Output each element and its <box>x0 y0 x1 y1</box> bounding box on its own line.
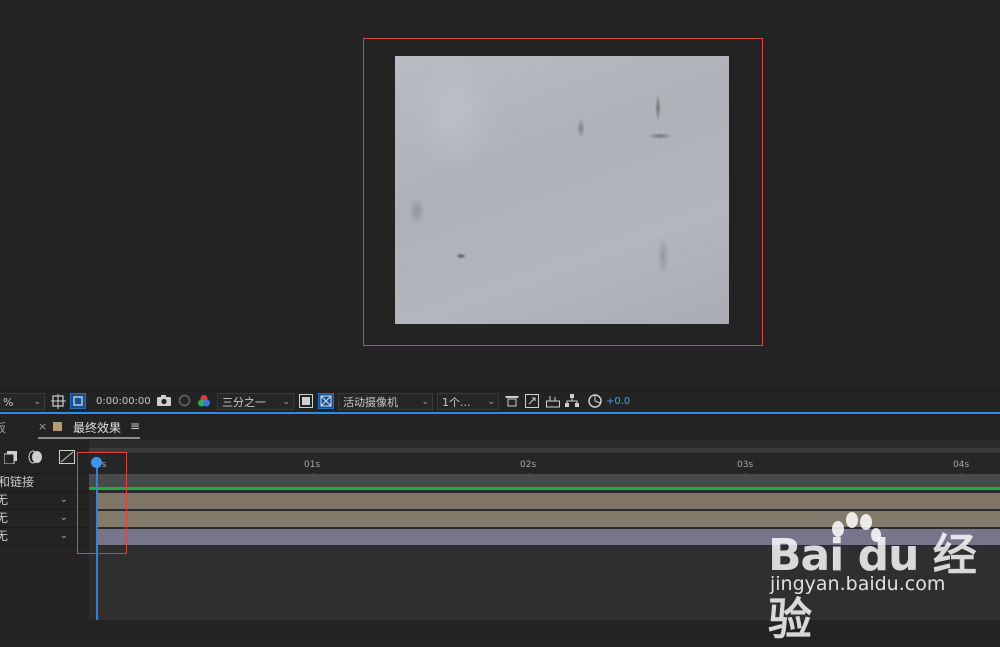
ruler-label: 01s <box>304 460 321 470</box>
work-area-bar[interactable] <box>89 474 1000 487</box>
show-snapshot-icon[interactable] <box>178 394 191 411</box>
fast-preview-icon[interactable] <box>317 392 335 410</box>
chevron-down-icon: ⌄ <box>59 530 68 541</box>
graph-editor-icon[interactable] <box>59 449 75 468</box>
layer-stack-icon[interactable] <box>3 449 18 468</box>
layer-parent-dropdown[interactable]: 无 ⌄ <box>0 528 70 545</box>
chevron-down-icon: ⌄ <box>421 397 429 407</box>
motion-blur-icon[interactable] <box>28 449 44 468</box>
render-icon[interactable] <box>525 394 539 411</box>
timeline-icon[interactable] <box>546 394 560 411</box>
transparency-grid-icon[interactable] <box>69 392 87 410</box>
watermark-url: jingyan.baidu.com <box>770 573 946 595</box>
camera-snapshot-icon[interactable] <box>157 394 171 411</box>
row-separator <box>0 545 89 546</box>
chevron-down-icon: ⌄ <box>59 512 68 523</box>
time-ruler[interactable]: 0s 01s 02s 03s 04s <box>89 448 1000 478</box>
composition-image <box>395 56 729 324</box>
close-icon[interactable]: × <box>38 420 47 433</box>
layer-parent-dropdown[interactable]: 无 ⌄ <box>0 510 70 527</box>
timeline-panel-tabs: 板 × 最终效果 ≡ <box>0 414 1000 440</box>
toggle-mask-icon[interactable] <box>299 394 313 411</box>
tab-final-effect[interactable]: 最终效果 <box>73 419 121 436</box>
layout-icon[interactable] <box>505 394 519 411</box>
views-dropdown[interactable]: 1个... ⌄ <box>437 393 499 410</box>
exposure-reset-icon[interactable] <box>588 394 602 411</box>
ruler-label: 04s <box>953 460 970 470</box>
grid-dropdown-value: 三分之一 <box>222 396 266 409</box>
composition-color-swatch <box>53 422 62 431</box>
camera-dropdown[interactable]: 活动摄像机 ⌄ <box>338 393 433 410</box>
work-area-indicator <box>89 487 1000 490</box>
zoom-dropdown[interactable]: % ⌄ <box>0 393 45 410</box>
parent-value: 无 <box>0 493 9 507</box>
camera-dropdown-value: 活动摄像机 <box>343 396 398 409</box>
parent-value: 无 <box>0 511 9 525</box>
chevron-down-icon: ⌄ <box>59 494 68 505</box>
ruler-label: 02s <box>520 460 537 470</box>
zoom-value: % <box>3 396 14 409</box>
highlight-outline <box>77 452 127 554</box>
ruler-label: 03s <box>737 460 754 470</box>
timecode-display[interactable]: 0:00:00:00 <box>96 393 151 410</box>
active-tab-underline <box>38 437 140 439</box>
panel-menu-icon[interactable]: ≡ <box>130 419 140 433</box>
flowchart-icon[interactable] <box>565 394 579 411</box>
layer-parent-dropdown[interactable]: 无 ⌄ <box>0 492 70 509</box>
chevron-down-icon: ⌄ <box>282 397 290 407</box>
exposure-value[interactable]: +0.0 <box>606 393 630 410</box>
views-dropdown-value: 1个... <box>442 396 471 409</box>
parent-link-header: 和链接 <box>0 475 35 489</box>
grid-dropdown[interactable]: 三分之一 ⌄ <box>217 393 294 410</box>
chevron-down-icon: ⌄ <box>487 397 495 407</box>
color-channels-icon[interactable] <box>197 394 211 411</box>
layer-list: 和链接 无 ⌄ 无 ⌄ 无 ⌄ <box>0 440 89 620</box>
region-of-interest-icon[interactable] <box>51 394 66 411</box>
baidu-watermark: Bai du 经验 jingyan.baidu.com <box>760 505 1000 645</box>
viewer-toolbar: % ⌄ 0:00:00:00 三分之一 ⌄ 活动摄像机 ⌄ 1个... ⌄ +0… <box>0 390 1000 413</box>
composition-viewer[interactable] <box>0 0 1000 390</box>
parent-value: 无 <box>0 529 9 543</box>
tab-fragment[interactable]: 板 <box>0 419 6 436</box>
chevron-down-icon: ⌄ <box>33 397 41 407</box>
